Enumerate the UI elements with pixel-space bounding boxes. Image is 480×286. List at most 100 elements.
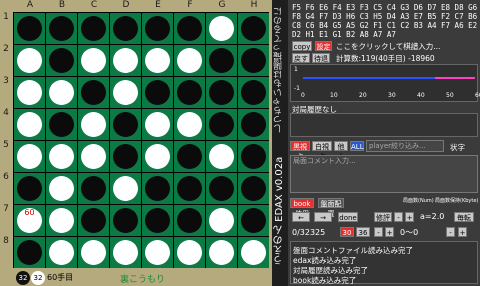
board-cell[interactable]	[142, 13, 173, 44]
board-cell[interactable]	[110, 45, 141, 76]
black-disc	[209, 48, 234, 73]
edit-button[interactable]: 修評	[374, 212, 392, 222]
board-cell[interactable]	[238, 173, 269, 204]
vertical-strip: しつちゃいもは陽撮ってるのに うえのん EDAX v0.02a	[272, 0, 288, 286]
prev-button[interactable]: ←	[292, 212, 310, 222]
range-minus-button[interactable]: -	[446, 227, 455, 237]
board-cell[interactable]	[110, 173, 141, 204]
player-filter-input[interactable]: player絞り込み...	[366, 140, 444, 152]
board-cell[interactable]	[238, 141, 269, 172]
board-cell[interactable]	[110, 13, 141, 44]
board-cell[interactable]	[46, 109, 77, 140]
board-cell[interactable]	[78, 45, 109, 76]
board-cell[interactable]	[142, 109, 173, 140]
board-cell[interactable]	[78, 141, 109, 172]
board-cell[interactable]	[14, 13, 45, 44]
board-cell[interactable]	[238, 45, 269, 76]
board-cell[interactable]	[78, 77, 109, 108]
board-cell[interactable]	[110, 205, 141, 236]
black-disc	[81, 80, 106, 105]
rotate-button[interactable]: 毎転	[454, 212, 474, 222]
board-cell[interactable]	[174, 141, 205, 172]
board-cell[interactable]	[110, 109, 141, 140]
black-view-button[interactable]: 黒視点	[290, 141, 310, 161]
board-cell[interactable]	[174, 45, 205, 76]
board-cell[interactable]	[238, 77, 269, 108]
board-cell[interactable]	[142, 205, 173, 236]
board-cell[interactable]	[206, 205, 237, 236]
othello-board[interactable]: 60	[13, 12, 269, 268]
comment-input[interactable]: 局面コメント入力...	[290, 155, 478, 193]
board-cell[interactable]	[238, 237, 269, 268]
level-num[interactable]: 36	[356, 227, 370, 237]
board-reset-button[interactable]: 盤面配置	[318, 198, 344, 218]
board-cell[interactable]	[46, 77, 77, 108]
board-cell[interactable]	[14, 109, 45, 140]
level-plus-button[interactable]: +	[385, 227, 394, 237]
level-minus-button[interactable]: -	[374, 227, 383, 237]
board-cell[interactable]	[78, 109, 109, 140]
white-disc	[81, 48, 106, 73]
board-cell[interactable]	[206, 173, 237, 204]
copy-button[interactable]: copy	[292, 41, 312, 51]
other-button[interactable]: 他人	[334, 141, 348, 161]
board-cell[interactable]	[238, 109, 269, 140]
all-button[interactable]: ALL	[350, 141, 364, 151]
board-cell[interactable]	[78, 13, 109, 44]
board-cell[interactable]	[206, 77, 237, 108]
board-cell[interactable]	[14, 173, 45, 204]
board-cell[interactable]	[14, 237, 45, 268]
board-cell[interactable]	[46, 45, 77, 76]
move-record[interactable]: F5 F6 E6 F4 E3 F3 C5 C4 G3 D6 D7 E8 D8 G…	[292, 3, 478, 39]
retract-button[interactable]: 戻す	[292, 53, 310, 63]
board-cell[interactable]	[238, 205, 269, 236]
board-cell[interactable]	[174, 77, 205, 108]
board-cell[interactable]	[174, 13, 205, 44]
board-cell[interactable]	[142, 237, 173, 268]
board-cell[interactable]	[142, 77, 173, 108]
board-cell[interactable]	[206, 45, 237, 76]
range-plus-button[interactable]: +	[458, 227, 467, 237]
board-cell[interactable]	[14, 141, 45, 172]
board-cell[interactable]	[206, 141, 237, 172]
board-cell[interactable]	[174, 237, 205, 268]
book-use-button[interactable]: book使用	[290, 198, 314, 218]
record-input-hint[interactable]: ここをクリックして棋譜入力...	[336, 41, 440, 52]
board-cell[interactable]	[14, 77, 45, 108]
board-cell[interactable]	[46, 205, 77, 236]
graph-x-tick: 20	[359, 92, 367, 99]
board-cell[interactable]	[110, 141, 141, 172]
board-cell[interactable]	[110, 77, 141, 108]
board-cell[interactable]	[110, 237, 141, 268]
white-disc	[113, 48, 138, 73]
board-cell[interactable]	[238, 13, 269, 44]
board-cell[interactable]	[174, 109, 205, 140]
white-view-button[interactable]: 白視点	[312, 141, 332, 161]
board-cell[interactable]	[206, 109, 237, 140]
board-cell[interactable]: 60	[14, 205, 45, 236]
board-cell[interactable]	[46, 173, 77, 204]
history-list[interactable]	[290, 113, 478, 137]
board-cell[interactable]	[14, 45, 45, 76]
board-cell[interactable]	[46, 141, 77, 172]
board-cell[interactable]	[142, 173, 173, 204]
plus-button[interactable]: +	[405, 212, 414, 222]
board-cell[interactable]	[46, 13, 77, 44]
next-button[interactable]: →	[314, 212, 332, 222]
settings-button[interactable]: 設定	[315, 41, 332, 51]
level-red[interactable]: 30	[340, 227, 354, 237]
minus-button[interactable]: -	[394, 212, 403, 222]
board-cell[interactable]	[206, 237, 237, 268]
board-cell[interactable]	[78, 205, 109, 236]
board-cell[interactable]	[78, 173, 109, 204]
board-cell[interactable]	[142, 141, 173, 172]
board-cell[interactable]	[174, 205, 205, 236]
back-button[interactable]: 待退	[312, 53, 330, 63]
board-cell[interactable]	[142, 45, 173, 76]
board-cell[interactable]	[78, 237, 109, 268]
done-button[interactable]: done	[338, 212, 358, 222]
board-cell[interactable]	[46, 237, 77, 268]
board-cell[interactable]	[206, 13, 237, 44]
board-cell[interactable]	[174, 173, 205, 204]
black-disc	[241, 48, 266, 73]
